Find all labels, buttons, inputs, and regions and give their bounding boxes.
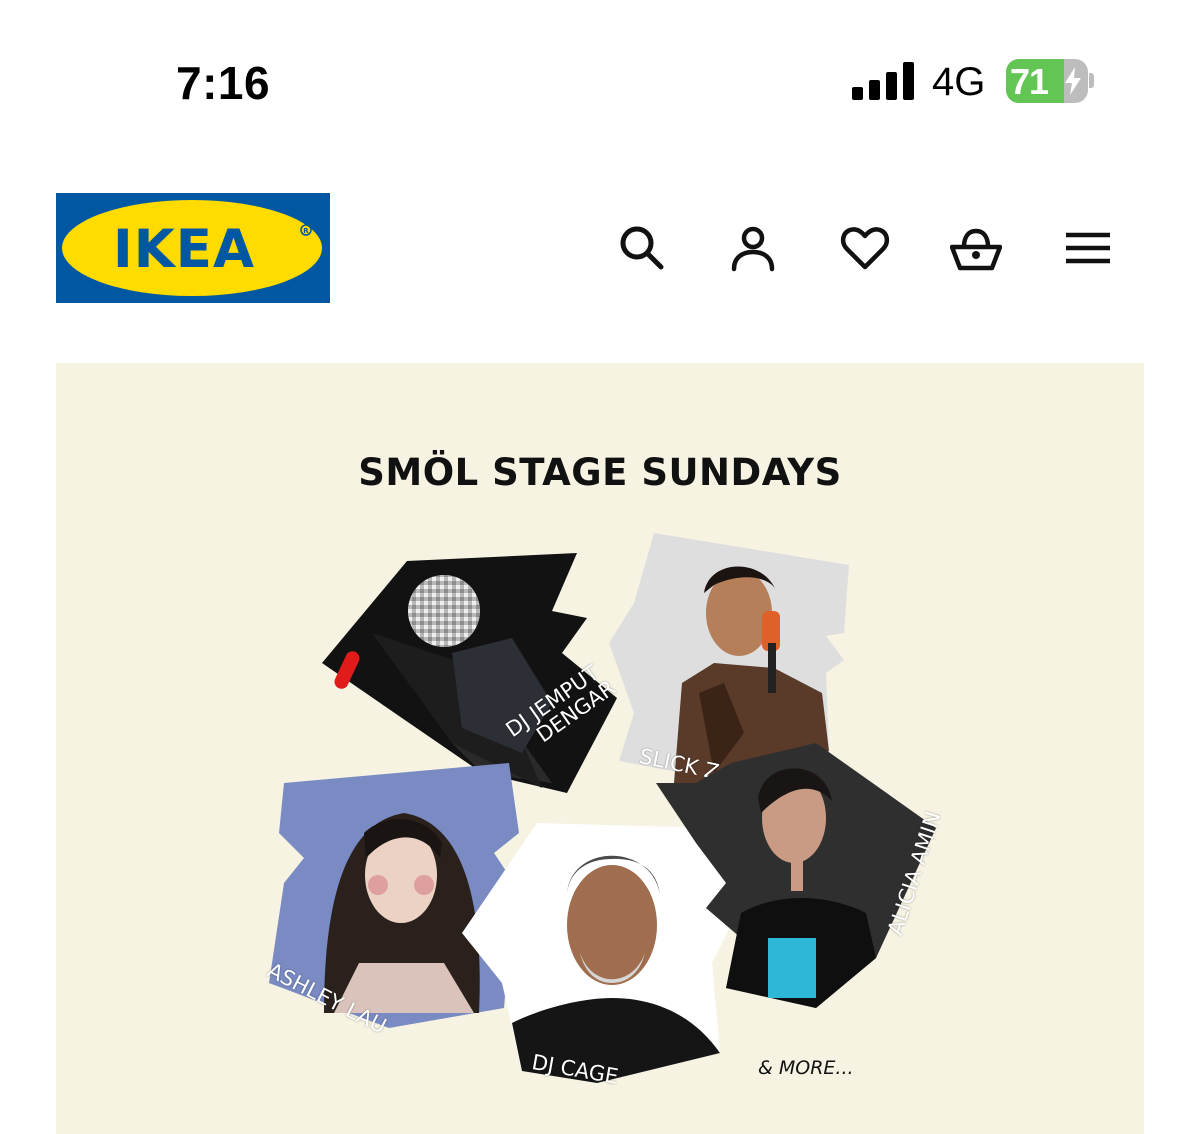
network-type: 4G xyxy=(932,60,986,104)
battery-icon: 71 xyxy=(1006,59,1088,103)
more-performers-text: & MORE... xyxy=(758,1057,854,1079)
search-icon[interactable] xyxy=(615,222,667,274)
menu-icon[interactable] xyxy=(1062,222,1114,274)
performer-tile-alicia-amin[interactable]: ALICIA AMIN xyxy=(656,743,946,1018)
svg-text:R: R xyxy=(303,227,309,235)
logo-text: IKEA xyxy=(113,219,255,280)
banner-title: SMÖL STAGE SUNDAYS xyxy=(358,451,842,494)
event-banner[interactable]: SMÖL STAGE SUNDAYS DJ JEMPUT DENGAR SLIC… xyxy=(56,363,1144,1134)
ikea-logo[interactable]: IKEA R xyxy=(56,193,330,303)
account-icon[interactable] xyxy=(727,222,779,274)
battery-cap xyxy=(1089,73,1094,88)
battery-level: 71 xyxy=(1010,61,1049,102)
signal-strength-icon xyxy=(852,62,914,100)
charging-bolt-icon xyxy=(1065,67,1081,95)
basket-icon[interactable] xyxy=(949,222,1003,274)
status-time: 7:16 xyxy=(176,57,271,109)
heart-icon[interactable] xyxy=(839,222,891,274)
performer-tile-dj-jemput-dengar[interactable]: DJ JEMPUT DENGAR xyxy=(312,553,642,798)
performer-photo xyxy=(656,743,936,1008)
